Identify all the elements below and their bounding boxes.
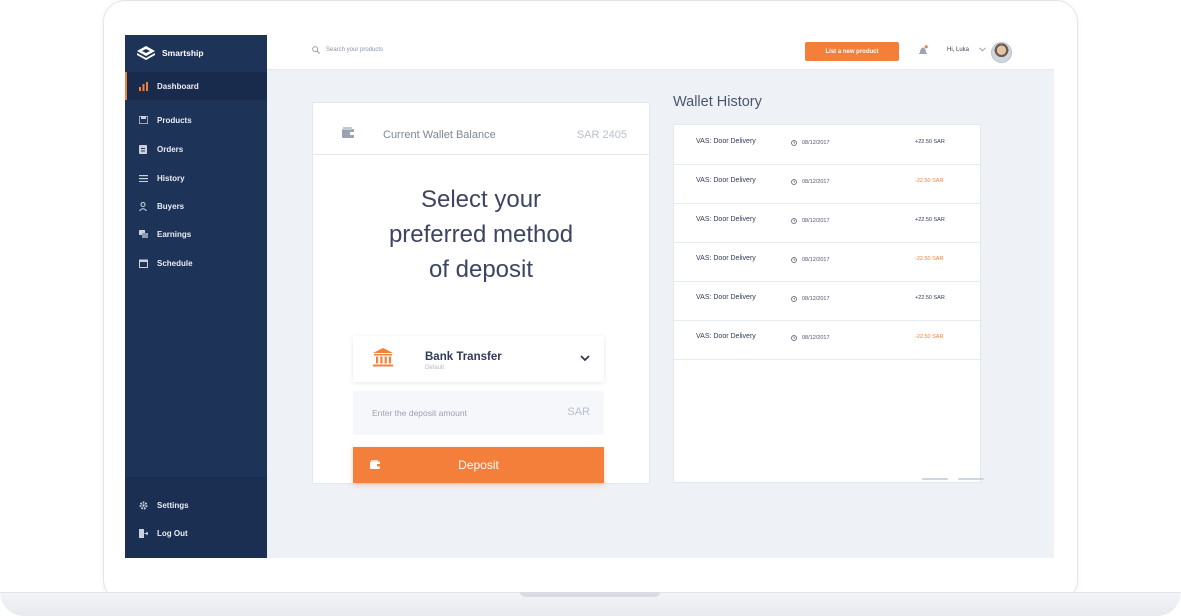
- user-greeting[interactable]: Hi, Luka: [947, 47, 969, 53]
- transaction-amount: +22.50 SAR: [915, 217, 945, 223]
- transaction-amount: -22.50 SAR: [915, 256, 944, 262]
- headline-line: preferred method: [388, 221, 574, 248]
- transaction-amount: +22.50 SAR: [915, 139, 945, 145]
- transaction-date: 08/12/2017: [802, 218, 830, 224]
- search-input[interactable]: Search your products: [326, 47, 383, 53]
- search-bar[interactable]: Search your products: [312, 46, 383, 54]
- clock-icon: [791, 296, 797, 302]
- transaction-description: VAS: Door Delivery: [696, 333, 756, 340]
- sidebar: Smartship Dashboard Products Orders Hist…: [125, 35, 267, 558]
- sidebar-item-label: Orders: [157, 144, 184, 154]
- sidebar-item-schedule[interactable]: Schedule: [125, 249, 267, 277]
- list-item[interactable]: VAS: Door Delivery 08/12/2017 -22.50 SAR: [674, 242, 980, 282]
- sidebar-item-label: Schedule: [157, 258, 193, 268]
- list-item[interactable]: VAS: Door Delivery 08/12/2017 +22.50 SAR: [674, 281, 980, 321]
- currency-label: SAR: [567, 406, 590, 418]
- deposit-amount-field[interactable]: SAR: [353, 391, 604, 435]
- earnings-icon: [138, 230, 148, 238]
- clock-icon: [791, 179, 797, 185]
- search-icon: [312, 46, 320, 54]
- list-item[interactable]: VAS: Door Delivery 08/12/2017 +22.50 SAR: [674, 125, 980, 165]
- calendar-icon: [138, 259, 148, 268]
- chevron-down-icon[interactable]: [580, 355, 590, 362]
- transaction-date: 08/12/2017: [802, 335, 830, 341]
- sidebar-item-label: Dashboard: [157, 81, 199, 91]
- wallet-history-title: Wallet History: [673, 94, 762, 110]
- transaction-description: VAS: Door Delivery: [696, 255, 756, 262]
- deposit-method-select[interactable]: Bank Transfer Default: [353, 336, 604, 382]
- top-header: Search your products List a new product …: [267, 35, 1054, 70]
- bell-icon[interactable]: [919, 45, 928, 56]
- brand[interactable]: Smartship: [137, 45, 204, 61]
- brand-name: Smartship: [162, 48, 204, 58]
- history-list-icon: [138, 174, 148, 182]
- transaction-description: VAS: Door Delivery: [696, 216, 756, 223]
- gear-icon: [138, 501, 148, 510]
- sidebar-item-products[interactable]: Products: [125, 106, 267, 134]
- balance-row: Current Wallet Balance SAR 2405: [313, 103, 649, 155]
- clock-icon: [791, 218, 797, 224]
- pagination-dash[interactable]: [958, 478, 984, 480]
- deposit-card: Current Wallet Balance SAR 2405 Select y…: [312, 102, 650, 484]
- bank-icon: [373, 348, 393, 367]
- transaction-date: 08/12/2017: [802, 257, 830, 263]
- deposit-button[interactable]: Deposit: [353, 447, 604, 483]
- headline-line: of deposit: [428, 256, 534, 283]
- transaction-date: 08/12/2017: [802, 140, 830, 146]
- sidebar-item-label: Settings: [157, 500, 189, 510]
- laptop-notch: [520, 592, 660, 597]
- wallet-icon: [342, 127, 355, 138]
- products-icon: [138, 116, 148, 124]
- bar-chart-icon: [138, 81, 148, 91]
- sidebar-item-orders[interactable]: Orders: [125, 135, 267, 163]
- avatar[interactable]: [991, 42, 1012, 63]
- transaction-amount: -22.50 SAR: [915, 178, 944, 184]
- transaction-description: VAS: Door Delivery: [696, 138, 756, 145]
- deposit-button-label: Deposit: [458, 458, 499, 472]
- sidebar-item-label: Products: [157, 115, 192, 125]
- wallet-history-list: VAS: Door Delivery 08/12/2017 +22.50 SAR…: [673, 124, 984, 483]
- transaction-date: 08/12/2017: [802, 179, 830, 185]
- list-new-product-button[interactable]: List a new product: [805, 42, 899, 61]
- clock-icon: [791, 257, 797, 263]
- list-item[interactable]: VAS: Door Delivery 08/12/2017 -22.50 SAR: [674, 320, 980, 360]
- sidebar-item-label: History: [157, 173, 185, 183]
- transaction-amount: +22.50 SAR: [915, 295, 945, 301]
- user-icon: [138, 201, 148, 211]
- deposit-amount-input[interactable]: [353, 391, 562, 435]
- balance-label: Current Wallet Balance: [383, 129, 496, 141]
- pagination-dash[interactable]: [922, 478, 948, 480]
- sidebar-item-buyers[interactable]: Buyers: [125, 192, 267, 220]
- list-item[interactable]: VAS: Door Delivery 08/12/2017 -22.50 SAR: [674, 164, 980, 204]
- sidebar-item-label: Earnings: [157, 229, 192, 239]
- transaction-date: 08/12/2017: [802, 296, 830, 302]
- orders-icon: [138, 144, 148, 154]
- chevron-down-icon[interactable]: [979, 47, 986, 52]
- smartship-logo-icon: [137, 46, 155, 60]
- sidebar-item-logout[interactable]: Log Out: [125, 519, 267, 547]
- transaction-amount: -22.50 SAR: [915, 334, 944, 340]
- app-screen: Smartship Dashboard Products Orders Hist…: [125, 35, 1054, 558]
- sidebar-item-dashboard[interactable]: Dashboard: [125, 72, 267, 100]
- list-item[interactable]: VAS: Door Delivery 08/12/2017 +22.50 SAR: [674, 203, 980, 243]
- clock-icon: [791, 335, 797, 341]
- logout-icon: [138, 528, 148, 538]
- balance-value: SAR 2405: [576, 129, 627, 141]
- sidebar-item-history[interactable]: History: [125, 164, 267, 192]
- sidebar-item-earnings[interactable]: Earnings: [125, 220, 267, 248]
- deposit-headline: Select your preferred method of deposit: [313, 182, 649, 287]
- method-title: Bank Transfer: [425, 351, 502, 363]
- transaction-description: VAS: Door Delivery: [696, 294, 756, 301]
- sidebar-item-label: Buyers: [157, 201, 185, 211]
- headline-line: Select your: [420, 186, 542, 213]
- sidebar-item-settings[interactable]: Settings: [125, 491, 267, 519]
- sidebar-item-label: Log Out: [157, 528, 188, 538]
- clock-icon: [791, 140, 797, 146]
- method-subtitle: Default: [425, 365, 445, 371]
- transaction-description: VAS: Door Delivery: [696, 177, 756, 184]
